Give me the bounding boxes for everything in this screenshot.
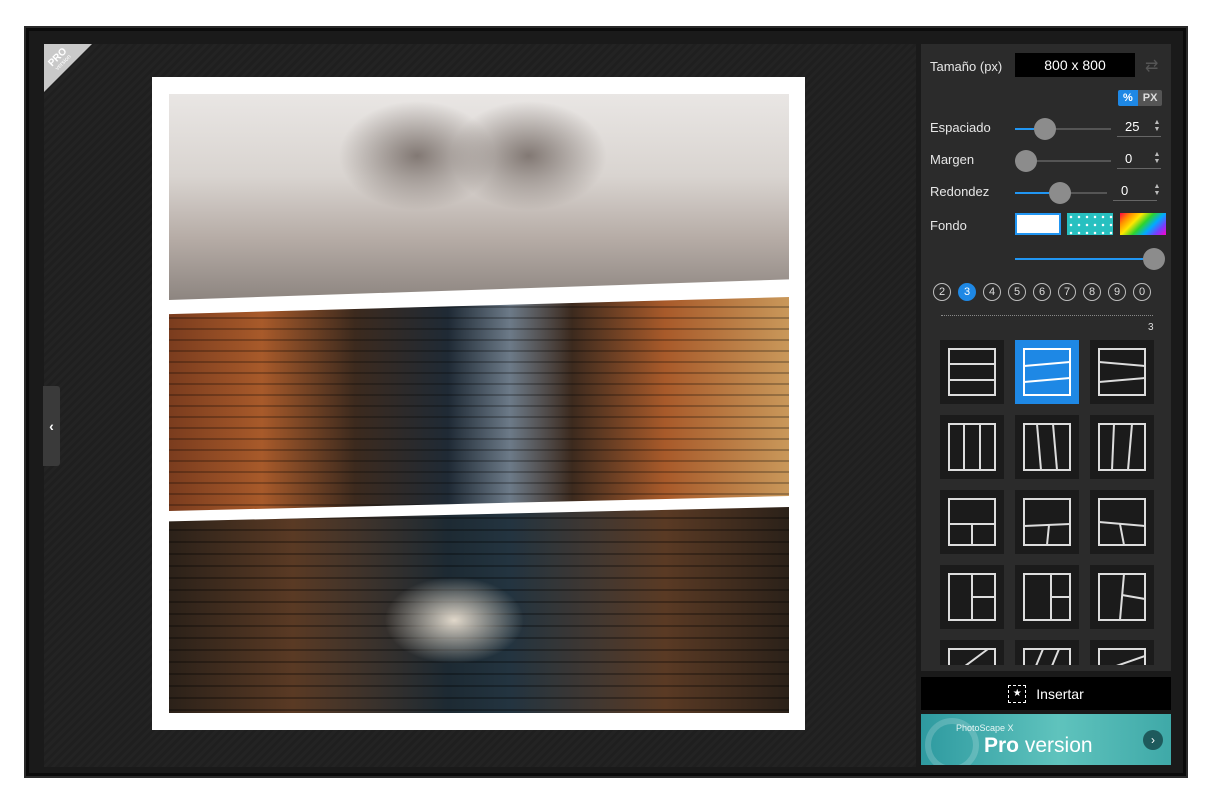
swap-icon[interactable]: ⇄ xyxy=(1145,56,1158,76)
layout-slanted-columns-icon xyxy=(1098,423,1146,471)
background-opacity-slider[interactable] xyxy=(1015,248,1165,270)
layout-tile[interactable] xyxy=(1015,490,1079,554)
spacing-label: Espaciado xyxy=(930,120,991,135)
margin-slider-knob[interactable] xyxy=(1015,150,1037,172)
insert-label: Insertar xyxy=(1036,685,1084,702)
unit-toggle[interactable]: % PX xyxy=(1118,90,1163,106)
background-opacity-knob[interactable] xyxy=(1143,248,1165,270)
layout-grid xyxy=(940,340,1156,665)
collage-photo-2[interactable] xyxy=(169,297,789,511)
layout-side-split-icon xyxy=(1098,573,1146,621)
layout-top-split-icon xyxy=(1098,498,1146,546)
layout-diagonal-icon xyxy=(948,648,996,665)
count-7-button[interactable]: 7 xyxy=(1058,283,1076,301)
layout-diagonal-icon xyxy=(1023,648,1071,665)
spacing-slider[interactable] xyxy=(1015,118,1111,140)
unit-percent-button[interactable]: % xyxy=(1118,90,1138,106)
unit-px-button[interactable]: PX xyxy=(1137,90,1163,106)
layout-tile[interactable] xyxy=(1015,415,1079,479)
count-3-button[interactable]: 3 xyxy=(958,283,976,301)
chevron-left-icon: ‹ xyxy=(49,418,54,434)
margin-stepper[interactable]: ▲ ▼ xyxy=(1152,151,1162,165)
layout-tile[interactable] xyxy=(1090,565,1154,629)
spacing-stepper[interactable]: ▲ ▼ xyxy=(1152,119,1162,133)
layout-tile-selected[interactable] xyxy=(1015,340,1079,404)
count-4-button[interactable]: 4 xyxy=(983,283,1001,301)
layout-columns-icon xyxy=(948,423,996,471)
margin-slider[interactable] xyxy=(1015,150,1111,172)
pro-version-ribbon[interactable]: PRO version xyxy=(44,44,92,92)
rounding-slider-knob[interactable] xyxy=(1049,182,1071,204)
chevron-right-icon[interactable]: › xyxy=(1143,730,1163,750)
count-8-button[interactable]: 8 xyxy=(1083,283,1101,301)
background-pattern-swatch[interactable] xyxy=(1067,213,1113,235)
layout-tile[interactable] xyxy=(1090,415,1154,479)
collage-photo-1[interactable] xyxy=(169,94,789,300)
rounding-label: Redondez xyxy=(930,184,990,199)
rounding-slider[interactable] xyxy=(1015,182,1107,204)
pro-banner-app-name: PhotoScape X xyxy=(956,723,1014,733)
layout-tile[interactable] xyxy=(940,490,1004,554)
count-0-button[interactable]: 0 xyxy=(1133,283,1151,301)
layout-top-split-icon xyxy=(1023,498,1071,546)
layout-tile[interactable] xyxy=(1015,640,1079,665)
insert-button[interactable]: ★ Insertar xyxy=(921,677,1171,710)
layout-tile[interactable] xyxy=(940,640,1004,665)
count-6-button[interactable]: 6 xyxy=(1033,283,1051,301)
layout-tile[interactable] xyxy=(1015,565,1079,629)
pro-version-banner[interactable]: PhotoScape X Pro version › xyxy=(921,714,1171,765)
margin-label: Margen xyxy=(930,152,975,167)
layout-side-split-icon xyxy=(1023,573,1071,621)
layout-diagonal-icon xyxy=(1098,648,1146,665)
collapse-panel-button[interactable]: ‹ xyxy=(43,386,60,466)
layout-slanted-rows-icon xyxy=(1098,348,1146,396)
layout-tile[interactable] xyxy=(940,340,1004,404)
collage-photo-3[interactable] xyxy=(169,507,789,713)
layout-tile[interactable] xyxy=(940,565,1004,629)
layout-side-split-icon xyxy=(948,573,996,621)
layout-slanted-rows-icon xyxy=(1023,348,1071,396)
rounding-value[interactable]: 0 xyxy=(1113,181,1157,201)
count-5-button[interactable]: 5 xyxy=(1008,283,1026,301)
photo-count-selector: 2 3 4 5 6 7 8 9 0 xyxy=(933,283,1151,301)
divider xyxy=(941,315,1153,316)
layout-tile[interactable] xyxy=(1090,490,1154,554)
count-2-button[interactable]: 2 xyxy=(933,283,951,301)
pro-banner-version: version xyxy=(1019,734,1093,757)
layout-count-label: 3 xyxy=(1148,322,1154,333)
spacing-slider-knob[interactable] xyxy=(1034,118,1056,140)
layout-rows-icon xyxy=(948,348,996,396)
size-label: Tamaño (px) xyxy=(930,59,1003,74)
background-label: Fondo xyxy=(930,218,967,233)
pro-banner-title: Pro version xyxy=(984,734,1093,758)
layout-top-split-icon xyxy=(948,498,996,546)
layout-slanted-columns-icon xyxy=(1023,423,1071,471)
background-color-picker[interactable] xyxy=(1120,213,1166,235)
layout-tile[interactable] xyxy=(940,415,1004,479)
size-field[interactable]: 800 x 800 xyxy=(1015,53,1135,77)
layout-tile[interactable] xyxy=(1090,340,1154,404)
count-9-button[interactable]: 9 xyxy=(1108,283,1126,301)
layout-tile[interactable] xyxy=(1090,640,1154,665)
settings-panel: Tamaño (px) 800 x 800 ⇄ % PX Espaciado 2… xyxy=(921,44,1171,671)
pro-banner-pro: Pro xyxy=(984,734,1020,757)
star-icon: ★ xyxy=(1008,684,1027,703)
background-white-swatch[interactable] xyxy=(1015,213,1061,235)
rounding-stepper[interactable]: ▲ ▼ xyxy=(1152,183,1162,197)
collage-canvas xyxy=(152,77,805,730)
